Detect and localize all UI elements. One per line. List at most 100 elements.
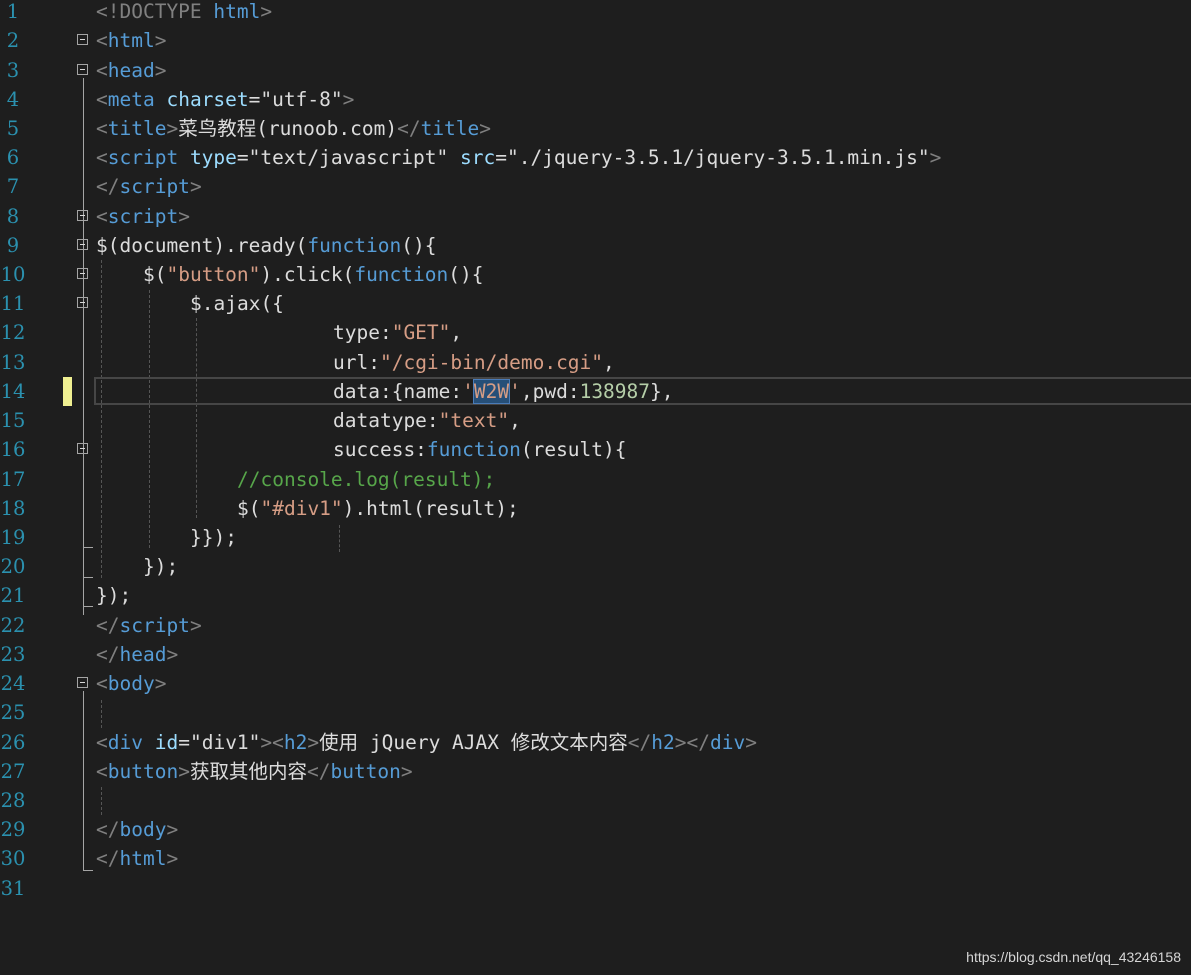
code-text[interactable]: //console.log(result); xyxy=(237,465,495,494)
code-text[interactable]: <body> xyxy=(96,669,166,698)
line-number: 18 xyxy=(0,497,26,520)
code-line: 19 }}); xyxy=(0,523,1191,552)
code-text[interactable]: </body> xyxy=(96,815,178,844)
token: html xyxy=(119,847,167,870)
code-text[interactable]: <meta charset="utf-8"> xyxy=(96,85,354,114)
collapse-icon[interactable] xyxy=(77,210,88,221)
token: </ xyxy=(96,818,120,841)
code-text[interactable]: <html> xyxy=(96,26,166,55)
token: > xyxy=(342,88,355,111)
token: datatype: xyxy=(333,409,439,432)
code-text[interactable]: <title>菜鸟教程(runoob.com)</title> xyxy=(96,114,491,143)
code-text[interactable]: <head> xyxy=(96,56,166,85)
token: , xyxy=(509,409,521,432)
code-text[interactable]: <div id="div1"><h2>使用 jQuery AJAX 修改文本内容… xyxy=(96,728,757,757)
collapse-icon[interactable] xyxy=(77,297,88,308)
token: "GET" xyxy=(391,321,451,344)
token: (){ xyxy=(401,234,437,257)
code-text[interactable]: $("button").click(function(){ xyxy=(143,260,483,289)
code-line: 21 }); xyxy=(0,581,1191,610)
token: meta xyxy=(107,88,155,111)
code-text[interactable]: <script> xyxy=(96,202,190,231)
code-text[interactable]: $.ajax({ xyxy=(190,289,284,318)
token: (result){ xyxy=(520,438,627,461)
line-number: 24 xyxy=(0,672,26,695)
token: div xyxy=(709,731,746,754)
code-line: 31 xyxy=(0,874,1191,903)
code-line: 4 <meta charset="utf-8"> xyxy=(0,85,1191,114)
token: }); xyxy=(143,555,179,578)
code-text[interactable]: <script type="text/javascript" src="./jq… xyxy=(96,143,941,172)
code-line: 3 <head> xyxy=(0,56,1191,85)
line-number: 12 xyxy=(0,321,26,344)
token: = xyxy=(495,146,507,169)
code-text[interactable]: url:"/cgi-bin/demo.cgi", xyxy=(333,348,615,377)
code-line: 30 </html> xyxy=(0,844,1191,873)
token: script xyxy=(119,614,190,637)
token: $( xyxy=(143,263,167,286)
token: url: xyxy=(333,351,380,374)
code-text[interactable]: </script> xyxy=(96,611,202,640)
code-editor[interactable]: 1 <!DOCTYPE html> 2 <html> 3 <head> 4 <m… xyxy=(0,0,1191,975)
code-text[interactable]: <button>获取其他内容</button> xyxy=(96,757,413,786)
token: > xyxy=(166,117,179,140)
token: script xyxy=(107,146,179,169)
token: > xyxy=(154,29,167,52)
token: "text" xyxy=(438,409,510,432)
token: 138987 xyxy=(579,380,651,403)
token: id xyxy=(142,731,179,754)
token: }}); xyxy=(190,526,237,549)
token: type: xyxy=(333,321,392,344)
line-number: 6 xyxy=(6,146,20,169)
code-text[interactable]: $("#div1").html(result); xyxy=(237,494,519,523)
code-text[interactable]: <!DOCTYPE html> xyxy=(96,0,272,26)
code-line: 27 <button>获取其他内容</button> xyxy=(0,757,1191,786)
token: ></ xyxy=(674,731,710,754)
code-text[interactable]: </head> xyxy=(96,640,178,669)
code-text[interactable]: type:"GET", xyxy=(333,318,462,347)
code-line: 16 success:function(result){ xyxy=(0,435,1191,464)
line-number: 27 xyxy=(0,760,26,783)
line-number: 8 xyxy=(6,205,20,228)
code-text[interactable]: success:function(result){ xyxy=(333,435,627,464)
line-number: 31 xyxy=(0,877,26,900)
token: , xyxy=(450,321,463,344)
token: script xyxy=(107,205,179,228)
code-text[interactable]: }); xyxy=(143,552,178,581)
collapse-icon[interactable] xyxy=(77,443,88,454)
collapse-icon[interactable] xyxy=(77,268,88,279)
token: </ xyxy=(96,847,120,870)
code-text[interactable]: data:{name:'W2W',pwd:138987}, xyxy=(333,377,674,406)
line-number: 2 xyxy=(6,29,20,52)
token: $.ajax({ xyxy=(190,292,284,315)
code-line: 1 <!DOCTYPE html> xyxy=(0,0,1191,26)
code-text[interactable]: </script> xyxy=(96,172,202,201)
token: < xyxy=(96,731,108,754)
collapse-icon[interactable] xyxy=(77,34,88,45)
code-text[interactable]: }); xyxy=(96,581,131,610)
code-text[interactable]: </html> xyxy=(96,844,178,873)
token: <!DOCTYPE xyxy=(96,0,202,23)
code-text[interactable]: }}); xyxy=(190,523,237,552)
token: </ xyxy=(96,614,120,637)
code-text[interactable]: $(document).ready(function(){ xyxy=(96,231,436,260)
token: }); xyxy=(96,584,132,607)
token: $( xyxy=(237,497,261,520)
collapse-icon[interactable] xyxy=(77,677,88,688)
collapse-icon[interactable] xyxy=(77,64,88,75)
token: ,pwd: xyxy=(520,380,580,403)
code-line: 2 <html> xyxy=(0,26,1191,55)
collapse-icon[interactable] xyxy=(77,239,88,250)
code-line: 12 type:"GET", xyxy=(0,318,1191,347)
code-text[interactable]: datatype:"text", xyxy=(333,406,521,435)
token: head xyxy=(119,643,167,666)
token: > xyxy=(400,760,413,783)
code-line: 15 datatype:"text", xyxy=(0,406,1191,435)
line-number: 9 xyxy=(6,234,20,257)
selected-text[interactable]: W2W xyxy=(472,379,511,404)
token: title xyxy=(420,117,480,140)
token: function xyxy=(426,438,521,461)
code-line: 18 $("#div1").html(result); xyxy=(0,494,1191,523)
token: > xyxy=(166,847,179,870)
line-number: 30 xyxy=(0,847,26,870)
